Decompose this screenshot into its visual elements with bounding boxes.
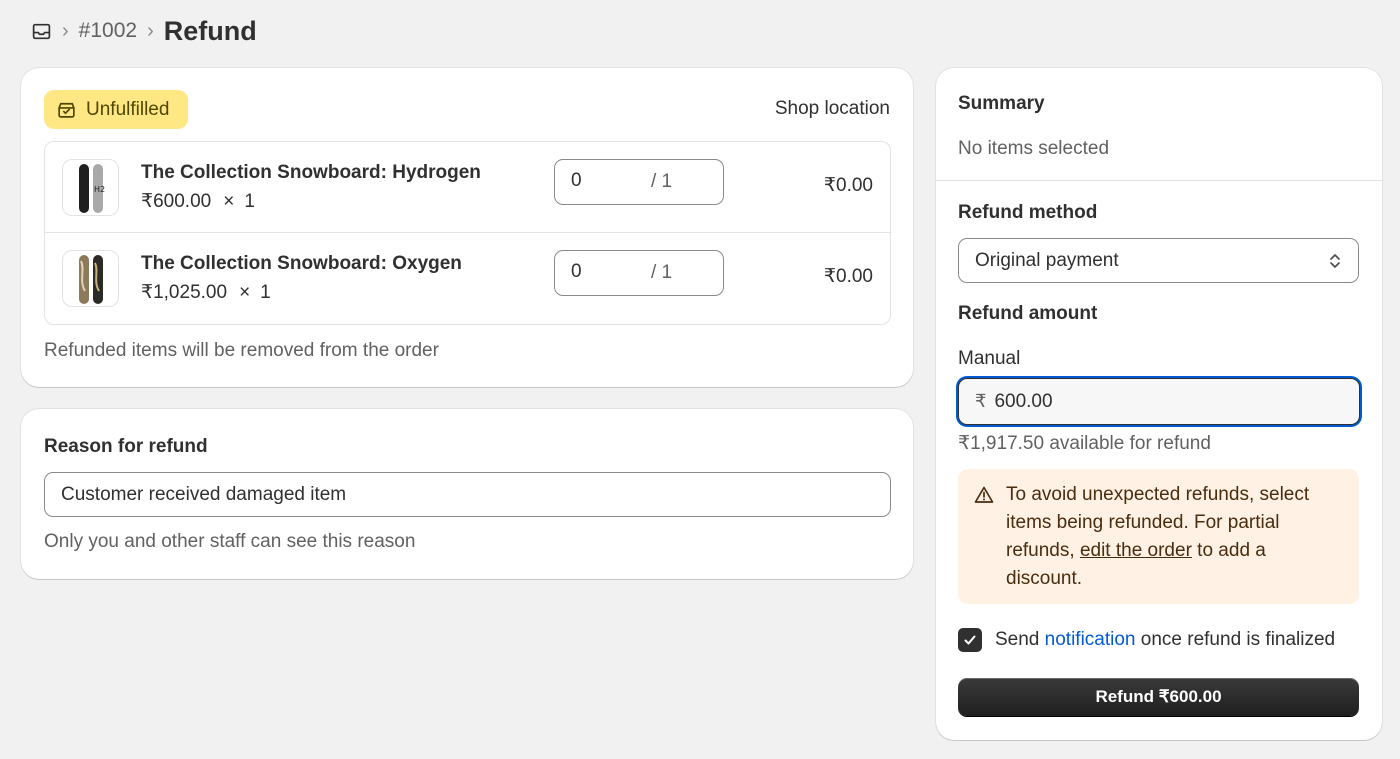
currency-symbol: ₹ [975,391,987,411]
refund-method-value: Original payment [975,249,1119,271]
fulfillment-box-icon [58,102,75,118]
breadcrumb: › #1002 › Refund [30,14,257,48]
refund-items-note: Refunded items will be removed from the … [44,340,439,361]
reason-help-text: Only you and other staff can see this re… [44,531,416,552]
send-notification-checkbox[interactable] [958,628,982,652]
select-chevron-icon [1330,254,1340,268]
product-thumbnail: H2 [62,159,119,216]
breadcrumb-order-link[interactable]: #1002 [79,19,137,43]
available-for-refund: ₹1,917.50 available for refund [958,433,1211,454]
divider [936,180,1382,181]
refund-quantity-field[interactable]: / 1 [554,159,724,205]
manual-label: Manual [958,348,1021,369]
warning-banner: To avoid unexpected refunds, select item… [958,469,1359,604]
chevron-right-icon: › [62,20,69,42]
chevron-right-icon: › [147,20,154,42]
product-price: ₹1,025.00 × 1 [141,282,271,303]
line-item-total: ₹0.00 [823,266,873,287]
unfulfilled-status-badge: Unfulfilled [44,90,188,129]
refund-items-card: Unfulfilled Shop location H2 The Collect… [21,68,913,387]
refund-button[interactable]: Refund ₹600.00 [958,678,1359,716]
refund-reason-card: Reason for refund Customer received dama… [21,409,913,579]
product-price: ₹600.00 × 1 [141,191,255,212]
edit-order-link[interactable]: edit the order [1080,540,1192,561]
status-badge-label: Unfulfilled [86,98,170,120]
page-title: Refund [163,15,257,46]
reason-input[interactable]: Customer received damaged item [44,472,891,517]
refund-amount-label: Refund amount [958,303,1098,324]
refund-amount-field[interactable]: ₹ [958,378,1360,425]
summary-subtitle: No items selected [958,138,1110,159]
refund-amount-input[interactable] [994,390,1335,413]
max-quantity: / 1 [651,262,673,283]
product-name: The Collection Snowboard: Oxygen [141,253,462,274]
product-thumbnail [62,250,119,307]
line-item: The Collection Snowboard: Oxygen ₹1,025.… [45,233,890,324]
checkmark-icon [964,635,976,645]
warning-text: To avoid unexpected refunds, select item… [1006,484,1310,589]
summary-title: Summary [958,93,1045,114]
send-notification-row: Send notification once refund is finaliz… [958,628,1335,652]
notification-link[interactable]: notification [1045,629,1136,650]
refund-quantity-input[interactable] [571,261,631,283]
line-item-total: ₹0.00 [823,175,873,196]
refund-quantity-input[interactable] [571,170,631,192]
product-name: The Collection Snowboard: Hydrogen [141,162,481,183]
refund-method-label: Refund method [958,202,1098,223]
shop-location: Shop location [774,98,890,119]
svg-text:H2: H2 [94,185,105,194]
summary-card: Summary No items selected Refund method … [936,68,1382,740]
send-notification-label: Send notification once refund is finaliz… [995,629,1336,650]
warning-triangle-icon [974,486,994,503]
line-items-list: H2 The Collection Snowboard: Hydrogen ₹6… [44,141,891,325]
reason-label: Reason for refund [44,436,208,457]
max-quantity: / 1 [651,171,673,192]
orders-inbox-icon[interactable] [30,20,52,42]
line-item: H2 The Collection Snowboard: Hydrogen ₹6… [45,142,890,233]
refund-method-select[interactable]: Original payment [958,238,1359,283]
refund-quantity-field[interactable]: / 1 [554,250,724,296]
